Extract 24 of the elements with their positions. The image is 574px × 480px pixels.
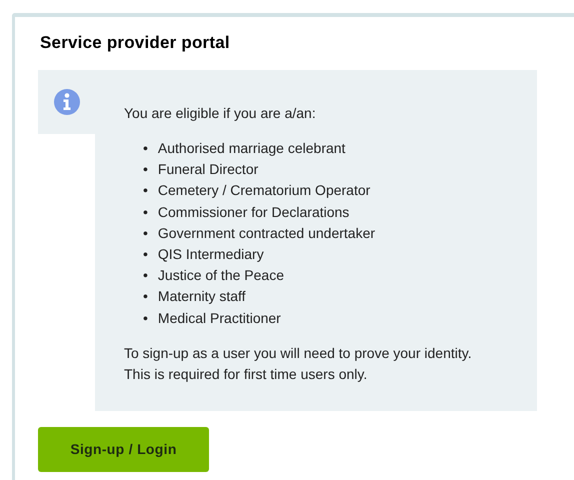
- bullet-mark: •: [143, 139, 148, 158]
- eligible-role-item: Cemetery / Crematorium Operator: [158, 181, 370, 200]
- bullet-mark: •: [143, 202, 148, 222]
- bullet-mark: •: [143, 160, 148, 180]
- signup-login-button[interactable]: Sign-up / Login: [38, 426, 209, 472]
- bullet-mark: •: [143, 287, 148, 306]
- bullet-mark: •: [143, 181, 148, 200]
- signup-note: This is required for first time users only.: [124, 364, 368, 384]
- eligible-role-item: Authorised marriage celebrant: [158, 139, 346, 158]
- portal-title: Service provider portal: [40, 32, 231, 54]
- eligible-role-item: QIS Intermediary: [158, 245, 264, 264]
- eligible-role-item: Medical Practitioner: [158, 308, 281, 328]
- eligible-role-item: Funeral Director: [158, 160, 258, 180]
- signup-note: To sign-up as a user you will need to prove your identity.: [124, 344, 473, 363]
- eligible-role-item: Commissioner for Declarations: [158, 202, 350, 222]
- eligible-role-item: Government contracted undertaker: [158, 224, 376, 243]
- eligibility-intro: You are eligible if you are a/an:: [124, 104, 317, 123]
- bullet-mark: •: [143, 224, 148, 243]
- bullet-mark: •: [143, 245, 148, 264]
- info-icon: [52, 88, 80, 116]
- bullet-mark: •: [143, 266, 148, 286]
- eligible-role-item: Justice of the Peace: [158, 266, 284, 286]
- eligible-role-item: Maternity staff: [158, 287, 246, 306]
- bullet-mark: •: [143, 308, 148, 328]
